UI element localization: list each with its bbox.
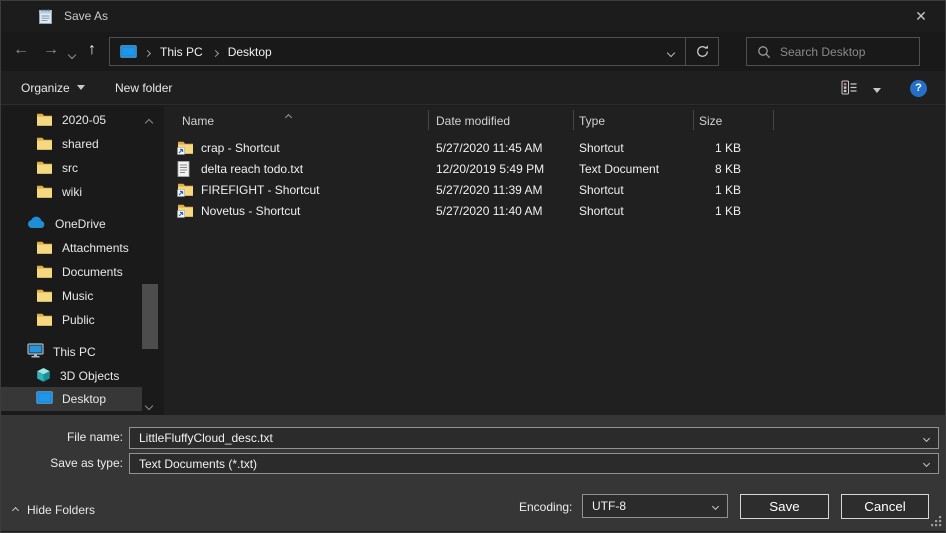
sidebar-item-onedrive[interactable]: OneDrive [1,212,142,236]
folder-shortcut-icon [177,203,194,221]
sidebar-item-music[interactable]: Music [1,284,142,308]
resize-grip[interactable] [930,515,942,530]
folder-shortcut-icon [177,140,194,158]
sidebar-item-documents[interactable]: Documents [1,260,142,284]
help-icon[interactable]: ? [910,80,927,97]
scrollbar-down-icon[interactable] [146,398,152,412]
file-row-delta-reach-todo[interactable]: delta reach todo.txt 12/20/2019 5:49 PM … [164,159,945,180]
sidebar-item-desktop[interactable]: Desktop [1,387,142,411]
column-divider[interactable] [428,110,429,130]
folder-icon [36,112,53,129]
window-title: Save As [64,9,108,23]
hide-folders-button[interactable]: Hide Folders [13,503,95,517]
file-row-novetus-shortcut[interactable]: Novetus - Shortcut 5/27/2020 11:40 AM Sh… [164,201,945,222]
main-area: 2020-05 shared src wiki OneDrive Attachm… [1,106,945,415]
sidebar-item-3d-objects[interactable]: 3D Objects [1,364,142,388]
sidebar-item-wiki[interactable]: wiki [1,180,142,204]
column-divider[interactable] [773,110,774,130]
column-header-type[interactable]: Type [579,114,605,128]
navigation-pane: 2020-05 shared src wiki OneDrive Attachm… [1,106,164,415]
folder-icon [36,264,53,281]
navigation-bar: ← → ↑ This PC Desktop [1,32,945,71]
folder-shortcut-icon [177,182,194,200]
sidebar-item-2020-05[interactable]: 2020-05 [1,108,142,132]
close-button[interactable]: ✕ [905,5,937,28]
sidebar-item-shared[interactable]: shared [1,132,142,156]
column-header-date-modified[interactable]: Date modified [436,114,510,128]
recent-locations-chevron-icon[interactable] [69,47,75,61]
sidebar-item-this-pc[interactable]: This PC [1,340,142,364]
breadcrumb-this-pc[interactable]: This PC [158,45,205,59]
encoding-label: Encoding: [519,500,572,514]
folder-icon [36,136,53,153]
3d-cube-icon [36,367,51,386]
view-dropdown-icon[interactable] [873,84,881,98]
column-header-name[interactable]: Name [182,114,214,128]
file-list: Name Date modified Type Size crap - Shor… [164,106,945,415]
folder-icon [36,160,53,177]
column-headers: Name Date modified Type Size [164,106,945,133]
file-row-crap-shortcut[interactable]: crap - Shortcut 5/27/2020 11:45 AM Short… [164,138,945,159]
organize-dropdown-icon [77,85,85,90]
column-divider[interactable] [693,110,694,130]
file-name-input[interactable] [139,431,924,445]
notepad-icon [37,8,54,25]
up-button[interactable]: ↑ [88,41,96,59]
save-as-type-label: Save as type: [1,456,123,470]
scrollbar-thumb[interactable] [142,284,158,349]
sidebar-item-public[interactable]: Public [1,308,142,332]
refresh-icon[interactable] [686,44,718,59]
scrollbar-up-icon[interactable] [146,115,152,129]
column-header-size[interactable]: Size [699,114,722,128]
new-folder-button[interactable]: New folder [115,81,172,95]
change-view-icon[interactable] [841,80,858,98]
column-divider[interactable] [573,110,574,130]
breadcrumb-chevron-icon [145,45,150,59]
chevron-down-icon[interactable] [923,460,930,467]
chevron-up-icon [12,506,19,513]
computer-icon [27,343,44,361]
forward-button[interactable]: → [43,41,59,59]
breadcrumb-desktop[interactable]: Desktop [226,45,274,59]
address-bar[interactable]: This PC Desktop [109,37,719,66]
file-name-label: File name: [1,430,123,444]
search-box[interactable] [746,37,920,66]
this-pc-icon [120,45,137,58]
breadcrumb-chevron-icon [213,45,218,59]
toolbar: Organize New folder ? [1,71,945,105]
file-row-firefight-shortcut[interactable]: FIREFIGHT - Shortcut 5/27/2020 11:39 AM … [164,180,945,201]
form-panel: File name: Save as type: Text Documents … [1,415,945,533]
text-document-icon [177,161,190,180]
save-button[interactable]: Save [740,494,829,519]
encoding-select[interactable]: UTF-8 [582,494,728,518]
organize-button[interactable]: Organize [21,81,85,95]
chevron-down-icon[interactable] [923,434,930,441]
folder-icon [36,184,53,201]
titlebar: Save As ✕ [1,1,945,32]
search-icon [757,45,771,59]
sidebar-item-attachments[interactable]: Attachments [1,236,142,260]
save-as-type-select[interactable]: Text Documents (*.txt) [129,453,939,474]
folder-icon [36,312,53,329]
search-input[interactable] [780,45,900,59]
sort-ascending-icon [286,109,291,123]
file-name-combobox[interactable] [129,427,939,449]
folder-icon [36,288,53,305]
back-button[interactable]: ← [13,41,29,59]
onedrive-cloud-icon [27,216,46,232]
address-dropdown-chevron-icon[interactable] [657,45,685,59]
cancel-button[interactable]: Cancel [841,494,929,519]
sidebar-item-src[interactable]: src [1,156,142,180]
desktop-icon [36,391,53,407]
chevron-down-icon[interactable] [712,502,719,509]
folder-icon [36,240,53,257]
save-as-dialog: Save As ✕ ← → ↑ This PC Desktop [0,0,946,533]
